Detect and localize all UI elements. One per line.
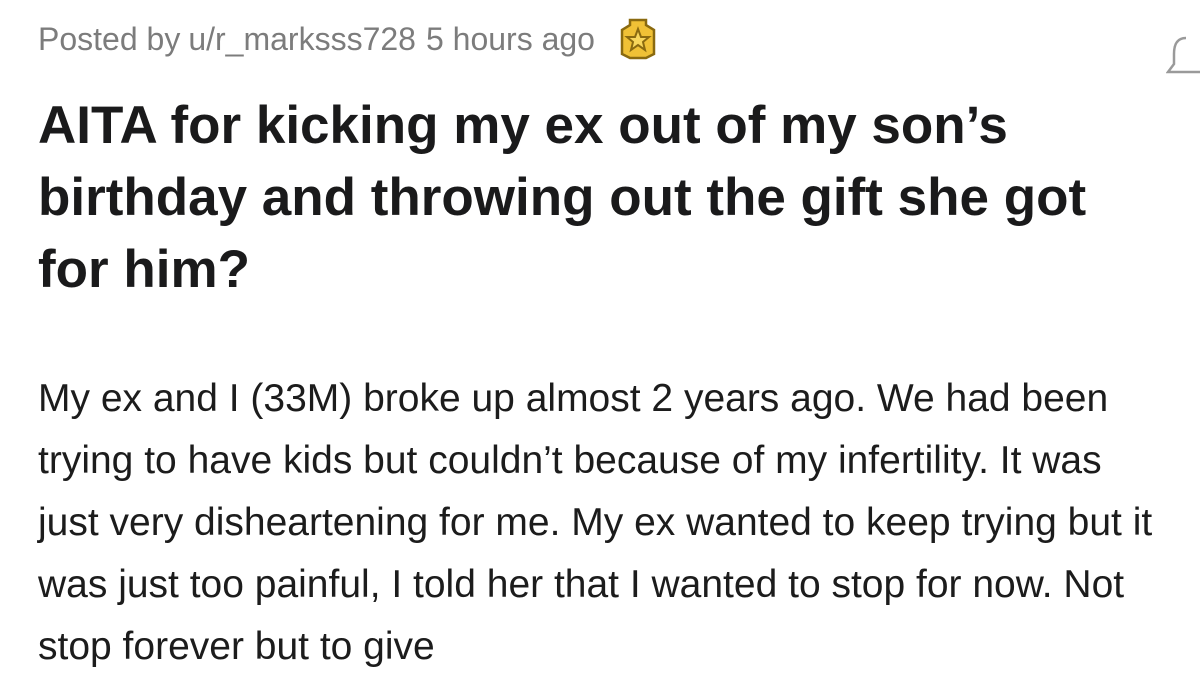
star-award-icon[interactable] (615, 16, 661, 62)
post-card: Posted by u/r_marksss728 5 hours ago AIT… (38, 14, 1200, 668)
post-meta: Posted by u/r_marksss728 5 hours ago (38, 14, 1166, 64)
notification-bell-icon[interactable] (1165, 34, 1200, 80)
post-body: My ex and I (33M) broke up almost 2 year… (38, 377, 1153, 668)
posted-by-label: Posted by (38, 20, 181, 57)
post-title[interactable]: AITA for kicking my ex out of my son’s b… (38, 90, 1166, 306)
post-timestamp[interactable]: 5 hours ago (426, 21, 595, 58)
author-username-link[interactable]: u/r_marksss728 (188, 21, 416, 58)
